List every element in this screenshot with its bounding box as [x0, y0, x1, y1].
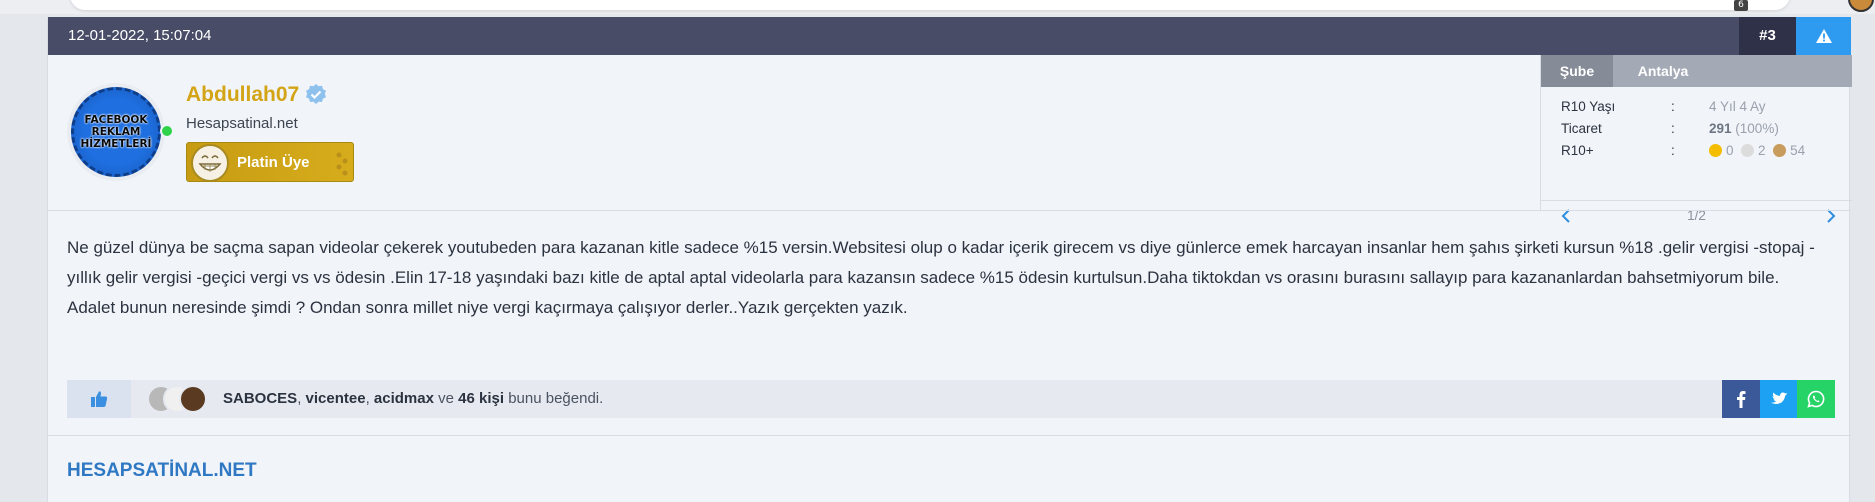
others-count[interactable]: 46 kişi	[458, 390, 504, 407]
bronze-dot-icon	[1773, 144, 1787, 157]
info-sep: :	[1671, 143, 1675, 158]
gold-count: 0	[1726, 143, 1734, 158]
profile-avatar[interactable]	[1848, 0, 1874, 12]
tab-city: Antalya	[1637, 63, 1689, 79]
liker-separator: ,	[365, 390, 374, 407]
signature-link[interactable]: HESAPSATİNAL.NET	[67, 460, 257, 482]
decorative-dots-icon	[336, 152, 348, 176]
chevron-right-icon[interactable]	[1820, 206, 1840, 226]
likers-text: SABOCES, vicentee, acidmax ve 46 kişi bu…	[223, 380, 603, 418]
like-suffix: bunu beğendi.	[504, 390, 604, 407]
pager-label: 1/2	[1687, 208, 1706, 223]
post-date: 12-01-2022, 15:07:04	[68, 27, 212, 44]
post-divider	[48, 210, 1851, 211]
post-content: Ne güzel dünya be saçma sapan videolar ç…	[67, 233, 1842, 323]
share-buttons	[1722, 380, 1836, 418]
info-key: R10+	[1561, 143, 1594, 158]
avatar-image: FACEBOOK REKLAM HİZMETLERİ	[71, 87, 161, 177]
whatsapp-icon	[1807, 390, 1825, 408]
tab-sube[interactable]: Şube	[1541, 55, 1613, 87]
trollface-icon	[191, 144, 229, 181]
browser-top-strip: 6	[0, 0, 1875, 14]
share-facebook-button[interactable]	[1722, 380, 1760, 418]
username[interactable]: Abdullah07	[186, 83, 299, 107]
trade-count: 291	[1709, 121, 1732, 136]
liker-name[interactable]: acidmax	[374, 390, 434, 407]
notification-badge[interactable]: 6	[1734, 0, 1748, 11]
info-key: Ticaret	[1561, 121, 1602, 136]
share-whatsapp-button[interactable]	[1797, 380, 1836, 418]
info-sep: :	[1671, 99, 1675, 114]
avatar-text-3: HİZMETLERİ	[80, 138, 152, 150]
avatar[interactable]: FACEBOOK REKLAM HİZMETLERİ	[67, 83, 165, 181]
silver-dot-icon	[1741, 144, 1755, 157]
online-status-dot	[160, 124, 174, 138]
liker-name[interactable]: SABOCES	[223, 390, 297, 407]
like-bar: SABOCES, vicentee, acidmax ve 46 kişi bu…	[67, 380, 1836, 418]
liker-avatar[interactable]	[179, 385, 207, 413]
thumbs-up-icon	[91, 391, 108, 407]
address-bar[interactable]	[70, 0, 1790, 10]
info-value: 291 (100%)	[1709, 119, 1779, 139]
avatar-text-1: FACEBOOK	[84, 114, 148, 126]
info-value: 4 Yıl 4 Ay	[1709, 99, 1766, 114]
info-tabs: Şube Antalya	[1541, 55, 1852, 87]
liker-name[interactable]: vicentee	[306, 390, 366, 407]
panel-divider	[1541, 200, 1852, 201]
trade-percent: (100%)	[1735, 121, 1779, 136]
forum-post: 12-01-2022, 15:07:04 #3 FACEBOOK REKLAM …	[47, 17, 1852, 502]
user-info-panel: Şube Antalya R10 Yaşı : 4 Yıl 4 Ay Ticar…	[1540, 55, 1852, 223]
liker-separator: ,	[297, 390, 306, 407]
info-key: R10 Yaşı	[1561, 99, 1616, 114]
and-word: ve	[433, 390, 459, 407]
post-number[interactable]: #3	[1739, 17, 1796, 55]
post-paragraph: Ne güzel dünya be saçma sapan videolar ç…	[67, 238, 1815, 287]
silver-count: 2	[1758, 143, 1766, 158]
gold-dot-icon	[1709, 144, 1722, 157]
twitter-icon	[1770, 392, 1787, 404]
warning-icon	[1815, 29, 1832, 43]
like-button[interactable]	[67, 380, 131, 418]
report-button[interactable]	[1796, 17, 1851, 55]
signature-divider	[48, 435, 1851, 436]
facebook-icon	[1736, 391, 1746, 408]
share-twitter-button[interactable]	[1759, 380, 1798, 418]
info-sep: :	[1671, 121, 1675, 136]
post-paragraph: Adalet bunun neresinde şimdi ? Ondan son…	[67, 298, 908, 317]
verified-badge-icon	[306, 84, 326, 104]
bronze-count: 54	[1790, 143, 1806, 158]
user-title: Hesapsatinal.net	[186, 115, 298, 132]
rank-badge: Platin Üye	[186, 142, 354, 182]
post-header: 12-01-2022, 15:07:04 #3	[48, 17, 1851, 55]
avatar-text-2: REKLAM	[91, 126, 141, 138]
liker-avatars	[147, 385, 211, 413]
info-value: 0 2 54	[1709, 141, 1805, 161]
info-pager: 1/2	[1541, 202, 1852, 230]
rank-label: Platin Üye	[237, 154, 310, 171]
